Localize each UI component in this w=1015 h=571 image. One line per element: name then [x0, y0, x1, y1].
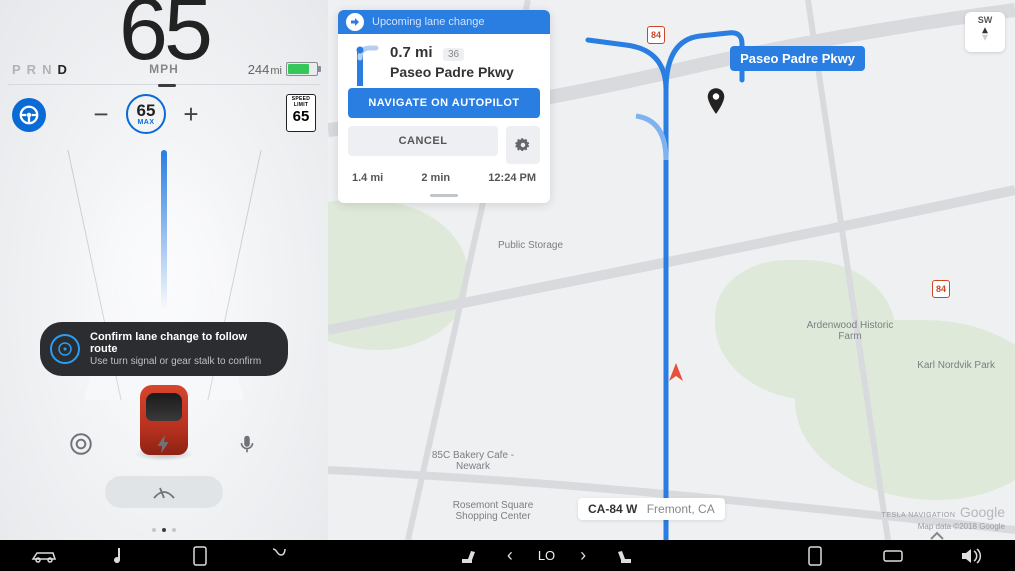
steering-wheel-icon [50, 334, 80, 364]
lane-change-toast: Confirm lane change to follow route Use … [40, 322, 288, 376]
seat-heater-left-button[interactable] [454, 546, 482, 566]
map-view[interactable]: 84 84 Paseo Padre Pkwy Public Storage Ka… [328, 0, 1015, 540]
navigation-card: Upcoming lane change 0.7 mi 36 Paseo Pad… [338, 10, 550, 203]
wiper-button[interactable] [105, 476, 223, 508]
driving-panel: 65 PRND MPH 244mi − 65 MAX + SPEED LIMIT… [0, 0, 328, 540]
volume-button[interactable] [957, 546, 985, 566]
banner-text: Upcoming lane change [372, 16, 485, 28]
speed-limit-value: 65 [287, 108, 315, 125]
battery-icon [286, 62, 318, 76]
card-drag-handle[interactable] [430, 194, 458, 197]
range-value: 244 [248, 62, 270, 77]
page-dot [172, 528, 176, 532]
poi-label: Ardenwood Historic Farm [805, 320, 895, 342]
rear-camera-button[interactable] [801, 546, 829, 566]
trip-distance: 1.4 mi [352, 172, 383, 184]
maneuver-road: Paseo Padre Pkwy [390, 64, 538, 80]
navigate-on-autopilot-button[interactable]: NAVIGATE ON AUTOPILOT [348, 88, 540, 118]
steering-wheel-icon [18, 104, 40, 126]
poi-label: 85C Bakery Cafe - Newark [428, 450, 518, 472]
nav-settings-button[interactable] [506, 126, 540, 164]
set-speed-display[interactable]: 65 MAX [126, 94, 166, 134]
chevron-up-icon [929, 531, 945, 541]
panel-tab-indicator [158, 84, 176, 87]
nav-card-banner: Upcoming lane change [338, 10, 550, 34]
poi-label: Rosemont Square Shopping Center [438, 500, 548, 522]
toast-subtitle: Use turn signal or gear stalk to confirm [90, 356, 274, 367]
expand-bar-button[interactable] [929, 528, 945, 546]
city-text: Fremont, CA [647, 502, 715, 516]
range-unit: mi [270, 65, 282, 77]
arrow-circle-icon [346, 13, 364, 31]
toast-title: Confirm lane change to follow route [90, 331, 274, 355]
highway-text: CA-84 W [588, 502, 637, 516]
car-controls-button[interactable] [30, 546, 58, 566]
wiper-icon [151, 482, 177, 502]
range-readout: 244mi [248, 62, 282, 77]
current-road-bar: CA-84 W Fremont, CA [578, 498, 725, 520]
phone-button[interactable] [186, 546, 214, 566]
page-dot-active [162, 528, 166, 532]
seat-heater-right-button[interactable] [611, 546, 639, 566]
compass-button[interactable]: SW [965, 12, 1005, 52]
trip-time: 2 min [421, 172, 450, 184]
speed-limit-label: SPEED LIMIT [287, 95, 315, 108]
set-speed-max-tag: MAX [137, 119, 154, 126]
climate-controls: ‹ LO › [454, 546, 639, 566]
temp-down-button[interactable]: ‹ [496, 546, 524, 566]
maneuver-distance: 0.7 mi [390, 44, 433, 61]
music-button[interactable] [108, 546, 136, 566]
compass-icon [976, 25, 994, 43]
bottom-app-bar: ‹ LO › [0, 540, 1015, 571]
poi-label: Public Storage [498, 240, 563, 251]
google-logo: Google [960, 504, 1005, 520]
destination-label[interactable]: Paseo Padre Pkwy [730, 46, 865, 71]
trip-eta: 12:24 PM [488, 172, 536, 184]
tesla-nav-label: TESLA NAVIGATION [882, 512, 956, 519]
cancel-nav-button[interactable]: CANCEL [348, 126, 498, 156]
current-position-icon [664, 361, 688, 390]
exit-number-badge: 36 [443, 48, 464, 61]
set-speed-value: 65 [137, 102, 156, 119]
touchscreen: 65 PRND MPH 244mi − 65 MAX + SPEED LIMIT… [0, 0, 1015, 540]
page-dots[interactable] [152, 528, 176, 532]
speed-plus-button[interactable]: + [180, 99, 202, 130]
quick-controls-row [0, 426, 328, 462]
exit-right-icon [350, 44, 380, 86]
poi-label: Karl Nordvik Park [915, 360, 995, 371]
speed-limit-sign: SPEED LIMIT 65 [286, 94, 316, 132]
trip-summary: 1.4 mi 2 min 12:24 PM [338, 172, 550, 194]
destination-pin-icon [705, 88, 727, 121]
set-speed-controls: − 65 MAX + [90, 94, 202, 134]
autopilot-badge[interactable] [12, 98, 46, 132]
highway-shield: 84 [647, 26, 665, 44]
highway-shield: 84 [932, 280, 950, 298]
planned-path [161, 150, 167, 310]
charging-button[interactable] [146, 426, 182, 462]
temp-setpoint[interactable]: LO [538, 548, 555, 563]
page-dot [152, 528, 156, 532]
nav-card-maneuver: 0.7 mi 36 Paseo Padre Pkwy [338, 34, 550, 88]
voice-button[interactable] [229, 426, 265, 462]
speed-minus-button[interactable]: − [90, 99, 112, 130]
gear-icon [514, 136, 532, 154]
calendar-button[interactable] [264, 546, 292, 566]
temp-up-button[interactable]: › [569, 546, 597, 566]
tire-pressure-button[interactable] [63, 426, 99, 462]
compass-direction: SW [965, 12, 1005, 25]
energy-button[interactable] [879, 546, 907, 566]
